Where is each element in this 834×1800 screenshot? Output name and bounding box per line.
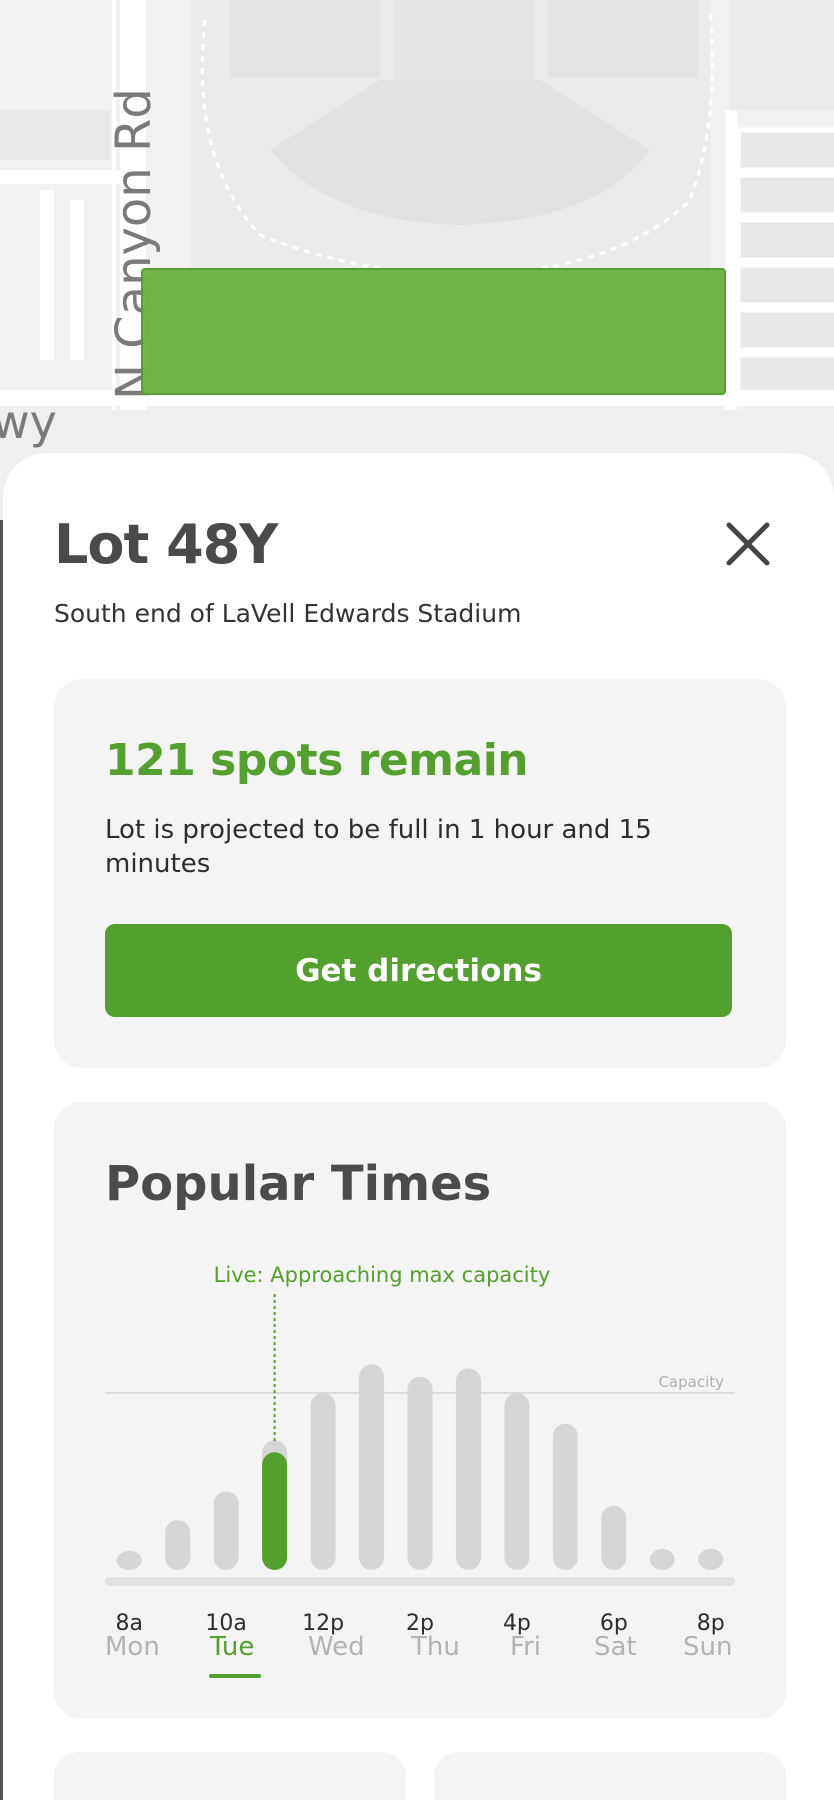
lot-subtitle: South end of LaVell Edwards Stadium bbox=[54, 599, 522, 628]
day-tab-mon[interactable]: Mon bbox=[105, 1632, 160, 1662]
bar-11a bbox=[262, 1452, 288, 1570]
bar-3p bbox=[455, 1368, 481, 1570]
get-directions-button[interactable]: Get directions bbox=[105, 924, 732, 1017]
bar-4p bbox=[504, 1393, 530, 1570]
full-projection: Lot is projected to be full in 1 hour an… bbox=[105, 815, 652, 879]
day-tab-wed[interactable]: Wed bbox=[308, 1632, 365, 1662]
lot-title: Lot 48Y bbox=[54, 513, 278, 576]
lot-details-sheet: Lot 48Y South end of LaVell Edwards Stad… bbox=[3, 453, 834, 1800]
day-tab-sun[interactable]: Sun bbox=[683, 1632, 732, 1662]
live-status-label: Live: Approaching max capacity bbox=[214, 1263, 551, 1287]
lot-48y-highlight[interactable] bbox=[141, 268, 726, 395]
road-label-parkway: wy bbox=[0, 395, 57, 449]
chart-baseline bbox=[105, 1577, 735, 1586]
popular-times-chart: Live: Approaching max capacity Capacity … bbox=[105, 1263, 735, 1636]
map[interactable]: N Canyon Rd wy bbox=[0, 0, 834, 520]
bar-1p bbox=[359, 1364, 385, 1570]
day-tab-tue[interactable]: Tue bbox=[210, 1632, 254, 1662]
bar-6p bbox=[601, 1505, 627, 1570]
bar-8a bbox=[116, 1550, 142, 1570]
capacity-label: Capacity bbox=[658, 1373, 724, 1391]
close-icon bbox=[726, 522, 770, 566]
close-button[interactable] bbox=[723, 519, 773, 569]
day-tab-fri[interactable]: Fri bbox=[510, 1632, 541, 1662]
bar-8p bbox=[698, 1548, 724, 1570]
bar-5p bbox=[552, 1423, 578, 1570]
spots-remaining: 121 spots remain bbox=[105, 735, 529, 786]
availability-card: 121 spots remain Lot is projected to be … bbox=[54, 679, 786, 1068]
bar-7p bbox=[649, 1548, 675, 1570]
info-card-right[interactable] bbox=[434, 1752, 786, 1800]
bar-12p bbox=[310, 1393, 336, 1570]
popular-times-card: Popular Times Live: Approaching max capa… bbox=[54, 1102, 786, 1719]
bar-10a bbox=[213, 1491, 239, 1570]
bar-2p bbox=[407, 1376, 433, 1570]
day-tab-thu[interactable]: Thu bbox=[411, 1632, 460, 1662]
day-tabs: Mon Tue Wed Thu Fri Sat Sun bbox=[105, 1632, 735, 1682]
info-card-left[interactable] bbox=[54, 1752, 406, 1800]
bar-9a bbox=[165, 1520, 191, 1570]
active-day-underline bbox=[209, 1674, 261, 1678]
day-tab-sat[interactable]: Sat bbox=[594, 1632, 637, 1662]
